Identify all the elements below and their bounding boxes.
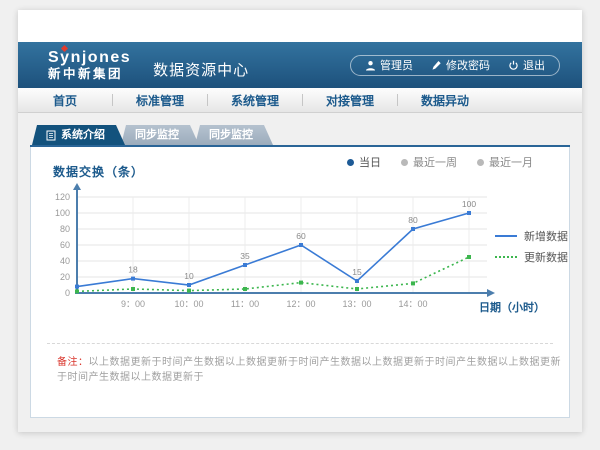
svg-text:80: 80 [60,224,70,234]
tab-system-intro[interactable]: 系统介绍 [32,125,125,145]
user-icon [365,60,376,71]
svg-text:120: 120 [55,192,70,202]
svg-text:0: 0 [65,288,70,298]
note-divider [47,343,553,344]
svg-text:18: 18 [128,265,138,275]
svg-text:14：00: 14：00 [398,299,427,309]
power-icon [508,60,519,71]
app-window: Synjones 新中新集团 数据资源中心 管理员 修改密码 [18,10,582,432]
svg-text:10：00: 10：00 [174,299,203,309]
legend-item-new-data: 新增数据 [495,229,568,243]
chart-x-axis-label: 日期（小时） [479,299,545,315]
footnote: 备注：以上数据更新于时间产生数据以上数据更新于时间产生数据以上数据更新于时间产生… [57,355,561,385]
svg-text:60: 60 [296,231,306,241]
nav-item-home[interactable]: 首页 [18,92,112,109]
legend-item-updated-data: 更新数据 [495,250,568,264]
nav-item-standard-mgmt[interactable]: 标准管理 [113,92,207,109]
svg-text:10: 10 [184,271,194,281]
tab-sync-monitor-2[interactable]: 同步监控 [195,125,273,145]
line-chart: 0 20 40 60 80 100 120 9：00 10：00 11：00 12：00 13：00 1… [41,181,511,317]
svg-text:40: 40 [60,256,70,266]
period-filter: 当日 最近一周 最近一月 [347,154,533,170]
change-password-button[interactable]: 修改密码 [431,57,490,73]
page-title: 数据资源中心 [153,59,249,80]
nav-item-data-change[interactable]: 数据异动 [398,92,492,109]
nav-item-system-mgmt[interactable]: 系统管理 [208,92,302,109]
radio-dot-icon [477,159,484,166]
main-nav: 首页 标准管理 系统管理 对接管理 数据异动 [18,88,582,113]
chart-y-axis-label: 数据交换（条） [53,163,144,180]
dotted-line-swatch-icon [495,256,517,258]
svg-text:35: 35 [240,251,250,261]
brand-name-en: Synjones [48,49,131,67]
svg-text:13：00: 13：00 [342,299,371,309]
radio-dot-icon [401,159,408,166]
svg-text:80: 80 [408,215,418,225]
user-menu: 管理员 修改密码 退出 [350,55,560,76]
svg-text:20: 20 [60,272,70,282]
tab-sync-monitor-1[interactable]: 同步监控 [121,125,199,145]
edit-icon [431,60,442,71]
document-icon [46,130,56,141]
nav-item-interface-mgmt[interactable]: 对接管理 [303,92,397,109]
radio-today[interactable]: 当日 [347,154,381,170]
svg-text:100: 100 [462,199,476,209]
radio-dot-icon [347,159,354,166]
footnote-text: 以上数据更新于时间产生数据以上数据更新于时间产生数据以上数据更新于时间产生数据以… [57,357,561,383]
svg-text:9：00: 9：00 [121,299,145,309]
svg-text:100: 100 [55,208,70,218]
tab-bar: 系统介绍 同步监控 同步监控 [32,125,570,145]
svg-text:11：00: 11：00 [231,299,259,309]
app-header: Synjones 新中新集团 数据资源中心 管理员 修改密码 [18,42,582,88]
user-account-button[interactable]: 管理员 [365,57,413,73]
svg-text:60: 60 [60,240,70,250]
chart-legend: 新增数据 更新数据 [495,229,568,271]
content-area: 系统介绍 同步监控 同步监控 当日 最近一周 [18,113,582,432]
radio-last-week[interactable]: 最近一周 [401,154,457,170]
solid-line-swatch-icon [495,235,517,237]
chart-panel: 当日 最近一周 最近一月 数据交换（条） 0 20 40 60 80 100 120 9：00… [30,147,570,418]
svg-text:12：00: 12：00 [286,299,315,309]
tab-underline [30,145,570,147]
footnote-prefix: 备注： [57,357,89,368]
brand-logo: Synjones 新中新集团 [48,49,131,82]
radio-last-month[interactable]: 最近一月 [477,154,533,170]
brand-name-cn: 新中新集团 [48,67,131,81]
logout-button[interactable]: 退出 [508,57,545,73]
svg-text:15: 15 [352,267,362,277]
